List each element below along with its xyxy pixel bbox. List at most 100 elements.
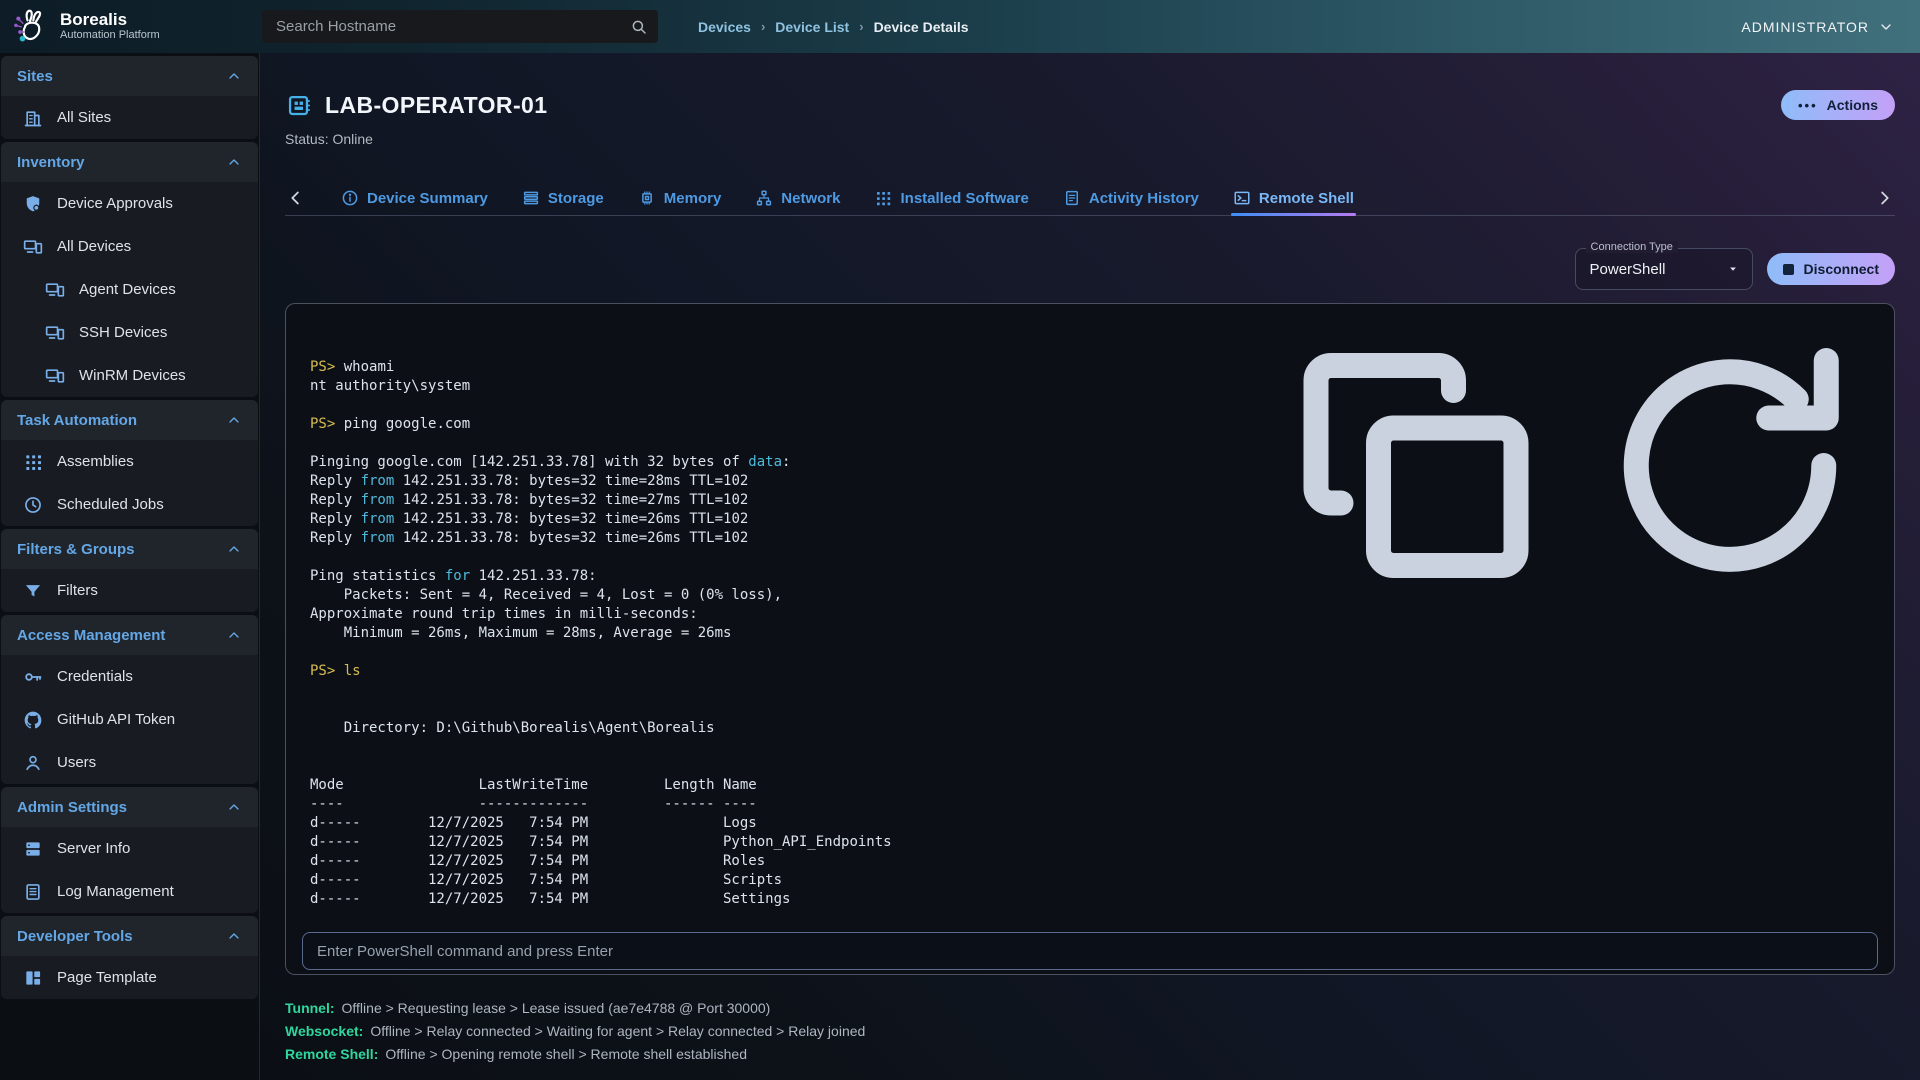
sidebar-section-header-filters-groups[interactable]: Filters & Groups — [1, 529, 258, 569]
sidebar-section-filters-groups: Filters & Groups Filters — [1, 529, 258, 612]
sidebar-item-filters[interactable]: Filters — [1, 569, 258, 612]
sidebar-section-header-task-automation[interactable]: Task Automation — [1, 400, 258, 440]
app-name: Borealis — [60, 11, 160, 29]
terminal-line: d----- 12/7/2025 7:54 PM Python_API_Endp… — [310, 833, 1870, 852]
sidebar-item-label: Server Info — [57, 840, 130, 857]
tab-label: Installed Software — [900, 190, 1028, 207]
sidebar-item-label: Page Template — [57, 969, 157, 986]
breadcrumb-item: Device Details — [874, 19, 969, 35]
sidebar-section-header-developer-tools[interactable]: Developer Tools — [1, 916, 258, 956]
log-icon — [23, 882, 43, 902]
terminal-output[interactable]: PS> whoamint authority\systemPS> ping go… — [310, 358, 1870, 910]
tab-label: Device Summary — [367, 190, 488, 207]
tabs-scroll-right[interactable] — [1873, 187, 1895, 209]
tab-memory[interactable]: Memory — [638, 181, 722, 215]
terminal-line: Reply from 142.251.33.78: bytes=32 time=… — [310, 472, 1870, 491]
status-line-text: Offline > Relay connected > Waiting for … — [370, 1023, 865, 1039]
remote-shell-terminal: PS> whoamint authority\systemPS> ping go… — [285, 303, 1895, 975]
chevron-up-icon — [226, 541, 242, 557]
status-label: Status: — [285, 131, 329, 147]
breadcrumb-item[interactable]: Device List — [775, 19, 849, 35]
app-subtitle: Automation Platform — [60, 29, 160, 42]
tab-device-summary[interactable]: Device Summary — [341, 181, 488, 215]
memory-icon — [638, 189, 656, 207]
connection-type-select[interactable]: Connection Type PowerShell — [1575, 248, 1753, 290]
sidebar-item-device-approvals[interactable]: Device Approvals — [1, 182, 258, 225]
chevron-up-icon — [226, 412, 242, 428]
tab-activity-history[interactable]: Activity History — [1063, 181, 1199, 215]
status-line-text: Offline > Opening remote shell > Remote … — [385, 1046, 747, 1062]
sidebar-item-label: WinRM Devices — [79, 367, 186, 384]
actions-button[interactable]: ••• Actions — [1781, 90, 1895, 120]
sidebar-item-github-api-token[interactable]: GitHub API Token — [1, 698, 258, 741]
sidebar-item-assemblies[interactable]: Assemblies — [1, 440, 258, 483]
sidebar-item-scheduled-jobs[interactable]: Scheduled Jobs — [1, 483, 258, 526]
disconnect-button-label: Disconnect — [1804, 261, 1879, 277]
terminal-line: Directory: D:\Github\Borealis\Agent\Bore… — [310, 719, 1870, 738]
search-input[interactable] — [274, 17, 630, 36]
terminal-line: Reply from 142.251.33.78: bytes=32 time=… — [310, 510, 1870, 529]
shell-command-input[interactable] — [302, 932, 1878, 970]
funnel-icon — [23, 581, 43, 601]
sidebar-item-label: All Devices — [57, 238, 131, 255]
sidebar-section-access-management: Access Management CredentialsGitHub API T… — [1, 615, 258, 784]
terminal-line: PS> ping google.com — [310, 415, 1870, 434]
apps-icon — [874, 189, 892, 207]
sidebar-item-label: Users — [57, 754, 96, 771]
connection-status-footer: Tunnel:Offline > Requesting lease > Leas… — [285, 997, 865, 1066]
terminal-line: d----- 12/7/2025 7:54 PM Logs — [310, 814, 1870, 833]
tab-storage[interactable]: Storage — [522, 181, 604, 215]
terminal-line: Approximate round trip times in milli-se… — [310, 605, 1870, 624]
sidebar-section-label: Developer Tools — [17, 928, 133, 945]
sidebar-item-all-sites[interactable]: All Sites — [1, 96, 258, 139]
sidebar-item-all-devices[interactable]: All Devices — [1, 225, 258, 268]
rabbit-logo-icon — [10, 7, 50, 47]
sidebar-section-header-sites[interactable]: Sites — [1, 56, 258, 96]
sidebar-item-server-info[interactable]: Server Info — [1, 827, 258, 870]
sidebar-section-label: Filters & Groups — [17, 541, 135, 558]
sidebar-section-header-inventory[interactable]: Inventory — [1, 142, 258, 182]
breadcrumb: Devices›Device List›Device Details — [698, 19, 969, 35]
devices-icon — [23, 237, 43, 257]
terminal-line — [310, 396, 1870, 415]
tab-label: Remote Shell — [1259, 190, 1354, 207]
borealis-logo: Borealis Automation Platform — [0, 7, 252, 47]
breadcrumb-item[interactable]: Devices — [698, 19, 751, 35]
search-hostname-box[interactable] — [262, 10, 658, 43]
sidebar-section-label: Task Automation — [17, 412, 137, 429]
tab-installed-software[interactable]: Installed Software — [874, 181, 1028, 215]
sidebar-section-header-access-management[interactable]: Access Management — [1, 615, 258, 655]
status-line-text: Offline > Requesting lease > Lease issue… — [342, 1000, 771, 1016]
tab-network[interactable]: Network — [755, 181, 840, 215]
device-status: Status: Online — [285, 131, 373, 147]
status-line-label: Websocket: — [285, 1023, 363, 1039]
tab-remote-shell[interactable]: Remote Shell — [1233, 181, 1354, 215]
connection-controls: Connection Type PowerShell Disconnect — [1575, 248, 1895, 290]
terminal-line: d----- 12/7/2025 7:54 PM Scripts — [310, 871, 1870, 890]
terminal-line — [310, 757, 1870, 776]
sidebar-item-page-template[interactable]: Page Template — [1, 956, 258, 999]
terminal-line: Mode LastWriteTime Length Name — [310, 776, 1870, 795]
sidebar-item-users[interactable]: Users — [1, 741, 258, 784]
user-menu[interactable]: ADMINISTRATOR — [1741, 19, 1894, 35]
terminal-line: nt authority\system — [310, 377, 1870, 396]
sidebar-item-log-management[interactable]: Log Management — [1, 870, 258, 913]
sidebar-item-ssh-devices[interactable]: SSH Devices — [1, 311, 258, 354]
sidebar-item-winrm-devices[interactable]: WinRM Devices — [1, 354, 258, 397]
sidebar-section-sites: SitesAll Sites — [1, 56, 258, 139]
sidebar-item-label: Log Management — [57, 883, 174, 900]
device-header: LAB-OPERATOR-01 ••• Actions — [285, 85, 1895, 125]
stop-icon — [1783, 264, 1794, 275]
sidebar-section-label: Access Management — [17, 627, 165, 644]
tabs-scroll-left[interactable] — [285, 187, 307, 209]
devices-icon — [45, 280, 65, 300]
sidebar-section-header-admin-settings[interactable]: Admin Settings — [1, 787, 258, 827]
terminal-line: Reply from 142.251.33.78: bytes=32 time=… — [310, 491, 1870, 510]
server-icon — [23, 839, 43, 859]
chevron-up-icon — [226, 68, 242, 84]
history-icon — [1063, 189, 1081, 207]
sidebar-item-credentials[interactable]: Credentials — [1, 655, 258, 698]
disconnect-button[interactable]: Disconnect — [1767, 253, 1895, 285]
sidebar-item-agent-devices[interactable]: Agent Devices — [1, 268, 258, 311]
chevron-up-icon — [226, 799, 242, 815]
